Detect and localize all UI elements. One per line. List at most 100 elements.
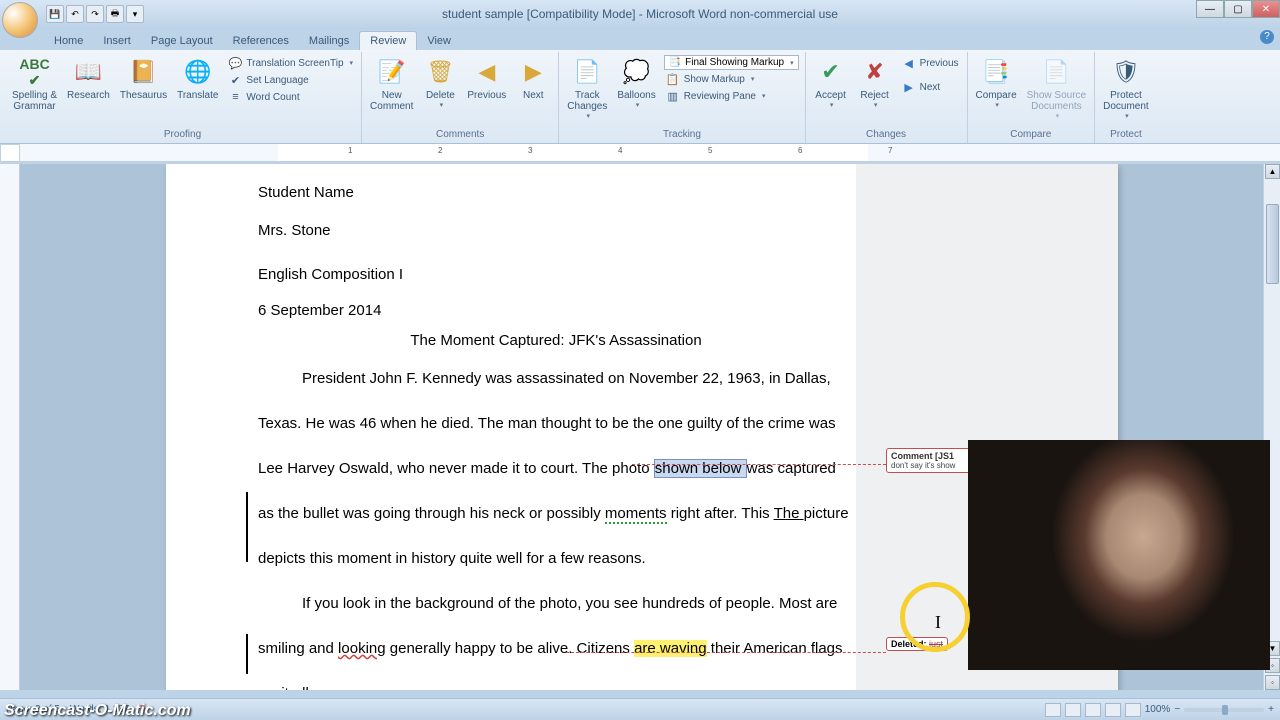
- tab-insert[interactable]: Insert: [93, 32, 141, 50]
- qat-print-icon[interactable]: 🖶: [106, 5, 124, 23]
- balloons-icon: 💭: [621, 56, 653, 88]
- group-label-comments: Comments: [366, 128, 554, 141]
- course-line: English Composition I: [258, 260, 854, 290]
- show-source-button[interactable]: 📄 Show Source Documents▾: [1023, 54, 1090, 122]
- commented-text[interactable]: shown below: [654, 459, 747, 478]
- show-markup-icon: 📋: [666, 72, 680, 86]
- scroll-thumb[interactable]: [1266, 204, 1279, 284]
- word-count-button[interactable]: ≡Word Count: [226, 89, 355, 105]
- delete-comment-icon: 🗑: [424, 56, 456, 88]
- webcam-overlay: [968, 440, 1270, 670]
- horizontal-ruler[interactable]: 1 2 3 4 5 6 7: [0, 144, 1280, 162]
- student-name-line: Student Name: [258, 178, 854, 208]
- change-bar: [246, 492, 248, 562]
- accept-button[interactable]: ✔ Accept▾: [810, 54, 852, 111]
- group-label-compare: Compare: [972, 128, 1091, 141]
- abc-check-icon: ABC✔: [19, 56, 51, 88]
- show-source-icon: 📄: [1040, 56, 1072, 88]
- thesaurus-button[interactable]: 📔 Thesaurus: [116, 54, 171, 103]
- spelling-grammar-button[interactable]: ABC✔ Spelling & Grammar: [8, 54, 61, 114]
- group-label-tracking: Tracking: [563, 128, 800, 141]
- protect-document-button[interactable]: 🛡 Protect Document▾: [1099, 54, 1153, 122]
- qat-undo-icon[interactable]: ↶: [66, 5, 84, 23]
- change-bar: [246, 634, 248, 674]
- tab-review[interactable]: Review: [359, 31, 417, 50]
- essay-title: The Moment Captured: JFK's Assassination: [258, 326, 854, 356]
- zoom-level[interactable]: 100%: [1145, 704, 1171, 715]
- display-for-review-dropdown[interactable]: 📑 Final Showing Markup ▾: [664, 55, 799, 70]
- prev-change-icon: ◀: [902, 56, 916, 70]
- window-title: student sample [Compatibility Mode] - Mi…: [442, 7, 838, 21]
- show-markup-button[interactable]: 📋Show Markup▾: [664, 71, 799, 87]
- quick-access-toolbar: 💾 ↶ ↷ 🖶 ▾: [46, 5, 144, 23]
- reviewing-pane-button[interactable]: ▥Reviewing Pane▾: [664, 88, 799, 104]
- document-body[interactable]: Student Name Mrs. Stone English Composit…: [258, 178, 854, 690]
- tab-mailings[interactable]: Mailings: [299, 32, 359, 50]
- vertical-ruler[interactable]: [0, 164, 20, 690]
- full-screen-view-button[interactable]: [1065, 703, 1081, 717]
- ruler-corner[interactable]: [0, 144, 20, 162]
- track-changes-button[interactable]: 📄 Track Changes▾: [563, 54, 611, 122]
- display-icon: 📑: [669, 57, 681, 68]
- group-label-changes: Changes: [810, 128, 963, 141]
- accept-icon: ✔: [815, 56, 847, 88]
- reject-button[interactable]: ✘ Reject▾: [854, 54, 896, 111]
- deleted-connector: [566, 652, 886, 653]
- prev-comment-icon: ◀: [471, 56, 503, 88]
- translate-button[interactable]: 🌐 Translate: [173, 54, 222, 103]
- qat-redo-icon[interactable]: ↷: [86, 5, 104, 23]
- qat-save-icon[interactable]: 💾: [46, 5, 64, 23]
- track-changes-icon: 📄: [571, 56, 603, 88]
- qat-more-icon[interactable]: ▾: [126, 5, 144, 23]
- next-comment-icon: ▶: [517, 56, 549, 88]
- protect-icon: 🛡: [1110, 56, 1142, 88]
- draft-view-button[interactable]: [1125, 703, 1141, 717]
- reviewing-pane-icon: ▥: [666, 89, 680, 103]
- zoom-out-button[interactable]: −: [1174, 704, 1180, 715]
- zoom-in-button[interactable]: +: [1268, 704, 1274, 715]
- scroll-up-button[interactable]: ▲: [1265, 164, 1280, 179]
- comment-connector: [632, 464, 886, 465]
- highlighted-text: are waving: [634, 640, 707, 657]
- ribbon: ABC✔ Spelling & Grammar 📖 Research 📔 The…: [0, 50, 1280, 144]
- research-button[interactable]: 📖 Research: [63, 54, 114, 103]
- previous-comment-button[interactable]: ◀ Previous: [463, 54, 510, 103]
- watermark: Screencast-O-Matic.com: [4, 702, 191, 720]
- next-comment-button[interactable]: ▶ Next: [512, 54, 554, 103]
- tab-home[interactable]: Home: [44, 32, 93, 50]
- tab-page-layout[interactable]: Page Layout: [141, 32, 223, 50]
- group-label-protect: Protect: [1099, 128, 1153, 141]
- translate-icon: 🌐: [182, 56, 214, 88]
- print-layout-view-button[interactable]: [1045, 703, 1061, 717]
- translation-screentip-button[interactable]: 💬Translation ScreenTip▾: [226, 55, 355, 71]
- office-button[interactable]: [2, 2, 38, 38]
- wordcount-icon: ≡: [228, 90, 242, 104]
- next-change-button[interactable]: ▶Next: [900, 79, 961, 95]
- delete-comment-button[interactable]: 🗑 Delete▾: [419, 54, 461, 111]
- language-icon: ✔: [228, 73, 242, 87]
- set-language-button[interactable]: ✔Set Language: [226, 72, 355, 88]
- tab-references[interactable]: References: [223, 32, 299, 50]
- research-icon: 📖: [72, 56, 104, 88]
- page-down-button[interactable]: ◦: [1265, 675, 1280, 690]
- zoom-slider[interactable]: [1184, 708, 1264, 712]
- web-layout-view-button[interactable]: [1085, 703, 1101, 717]
- teacher-name-line: Mrs. Stone: [258, 216, 854, 246]
- reject-icon: ✘: [859, 56, 891, 88]
- text-cursor-icon: I: [935, 612, 941, 633]
- compare-button[interactable]: 📑 Compare▾: [972, 54, 1021, 111]
- date-line: 6 September 2014: [258, 296, 854, 326]
- minimize-button[interactable]: —: [1196, 0, 1224, 18]
- previous-change-button[interactable]: ◀Previous: [900, 55, 961, 71]
- close-button[interactable]: ✕: [1252, 0, 1280, 18]
- thesaurus-icon: 📔: [127, 56, 159, 88]
- outline-view-button[interactable]: [1105, 703, 1121, 717]
- new-comment-button[interactable]: 📝 New Comment: [366, 54, 417, 114]
- ribbon-tabs: Home Insert Page Layout References Maili…: [0, 28, 1280, 50]
- balloons-button[interactable]: 💭 Balloons▾: [613, 54, 659, 111]
- maximize-button[interactable]: ▢: [1224, 0, 1252, 18]
- tab-view[interactable]: View: [417, 32, 461, 50]
- inserted-text: The: [774, 505, 804, 522]
- status-bar: Page: 2 of 5 Words: 1,137 ✎ 100% − +: [0, 698, 1280, 720]
- help-icon[interactable]: ?: [1260, 30, 1274, 44]
